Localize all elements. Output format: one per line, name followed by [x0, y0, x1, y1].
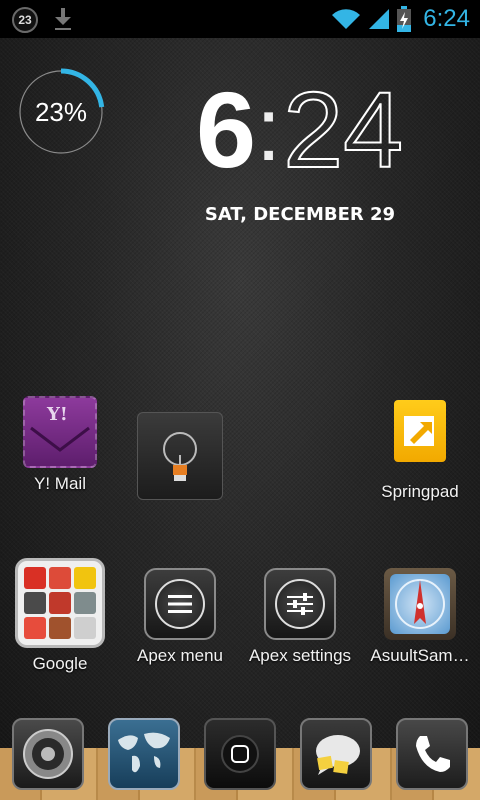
- app-apex-settings[interactable]: Apex settings: [240, 568, 360, 666]
- folder-google[interactable]: Google: [0, 558, 120, 674]
- compass-app-icon: [384, 568, 456, 640]
- apex-menu-icon: [144, 568, 216, 640]
- clock-minutes: 24: [282, 69, 404, 190]
- messaging-icon[interactable]: [300, 718, 372, 790]
- flashlight-icon: [137, 412, 223, 500]
- app-label: Google: [32, 654, 88, 673]
- app-label: Apex settings: [248, 646, 352, 665]
- springpad-icon: [394, 400, 446, 462]
- clock-widget[interactable]: 6 : 24: [196, 69, 404, 190]
- app-flashlight[interactable]: [120, 412, 240, 500]
- app-label: Y! Mail: [34, 474, 86, 493]
- battery-charging-icon: [397, 6, 412, 32]
- yahoo-mail-icon: Y!: [23, 396, 97, 468]
- download-icon: [55, 8, 71, 30]
- notification-badge-icon: 23: [12, 7, 38, 33]
- battery-widget[interactable]: 23%: [17, 68, 105, 156]
- google-folder-icon: [15, 558, 105, 648]
- status-bar[interactable]: 23 6:24: [0, 0, 480, 38]
- wifi-icon: [332, 9, 361, 29]
- svg-text:Y!: Y!: [46, 404, 68, 425]
- signal-icon: [369, 9, 390, 29]
- app-ymail[interactable]: Y! Y! Mail: [0, 396, 120, 494]
- speaker-icon[interactable]: [12, 718, 84, 790]
- app-drawer-icon[interactable]: [204, 718, 276, 790]
- app-label: AsuultSam…: [370, 646, 470, 665]
- clock-separator: :: [256, 80, 282, 180]
- world-map-icon[interactable]: [108, 718, 180, 790]
- phone-icon[interactable]: [396, 718, 468, 790]
- apex-settings-icon: [264, 568, 336, 640]
- clock-hour: 6: [196, 69, 256, 190]
- app-springpad[interactable]: Springpad: [360, 400, 480, 502]
- app-apex-menu[interactable]: Apex menu: [120, 568, 240, 666]
- app-asuultsam[interactable]: AsuultSam…: [360, 568, 480, 666]
- battery-percent: 23%: [34, 96, 88, 127]
- app-label: Springpad: [381, 482, 459, 501]
- app-label: Apex menu: [137, 646, 223, 665]
- clock-date: SAT, DECEMBER 29: [204, 204, 396, 225]
- status-bar-time: 6:24: [423, 5, 470, 32]
